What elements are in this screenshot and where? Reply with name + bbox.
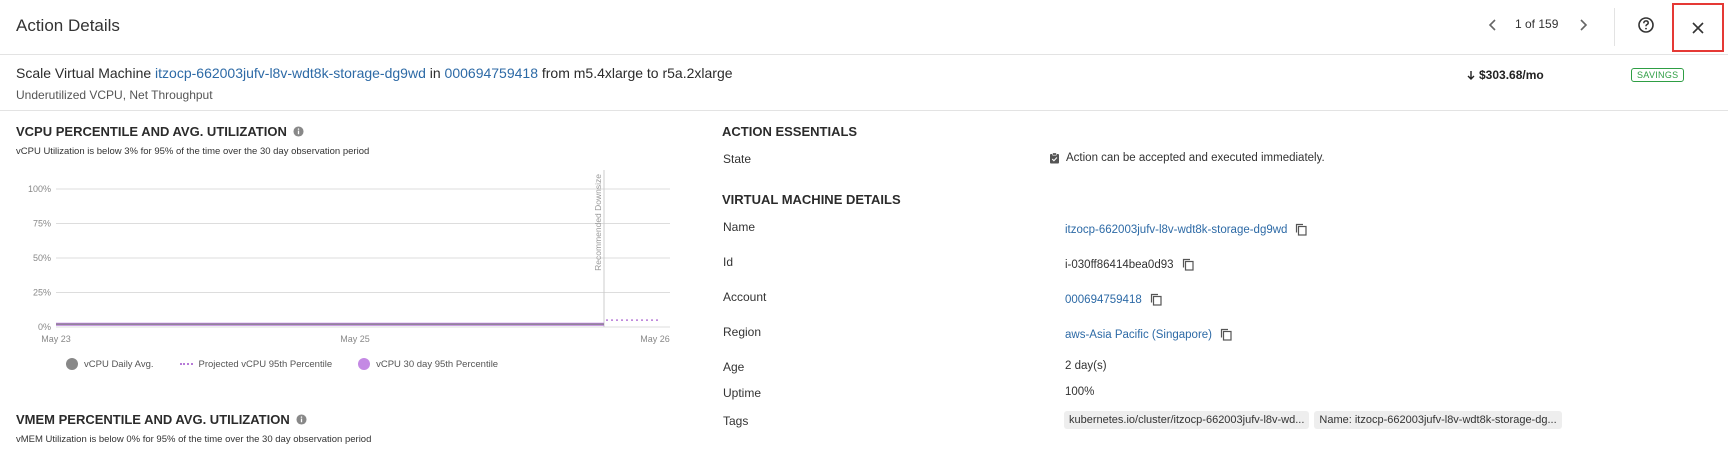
state-label: State	[723, 152, 752, 166]
uptime-label: Uptime	[723, 386, 762, 400]
x-tick-label: May 26	[640, 334, 670, 344]
legend-label-projected: Projected vCPU 95th Percentile	[198, 358, 333, 370]
account-label: Account	[723, 290, 767, 304]
state-value-text: Action can be accepted and executed imme…	[1066, 152, 1325, 164]
legend-swatch-dotted	[179, 363, 193, 365]
close-button[interactable]	[1672, 3, 1724, 52]
action-description: Scale Virtual Machine itzocp-662003jufv-…	[16, 65, 733, 81]
action-essentials-title: ACTION ESSENTIALS	[722, 124, 858, 139]
savings-amount-text: $303.68/mo	[1479, 68, 1544, 82]
y-tick-label: 0%	[38, 322, 51, 332]
vm-age-text: 2 day(s)	[1065, 360, 1107, 372]
copy-icon[interactable]	[1295, 223, 1308, 236]
legend-item-thirty-day[interactable]: vCPU 30 day 95th Percentile	[358, 358, 498, 370]
resize-text: from m5.4xlarge to r5a.2xlarge	[541, 65, 733, 81]
age-label: Age	[723, 360, 745, 374]
tag-chip[interactable]: Name: itzocp-662003jufv-l8v-wdt8k-storag…	[1314, 411, 1562, 429]
pager-counter: 1 of 159	[1515, 17, 1559, 31]
legend-label-daily-avg: vCPU Daily Avg.	[84, 358, 154, 370]
y-tick-label: 25%	[33, 288, 51, 298]
uptime-value: 100%	[1065, 386, 1094, 398]
vm-region-link[interactable]: aws-Asia Pacific (Singapore)	[1065, 329, 1212, 341]
vm-uptime-text: 100%	[1065, 386, 1095, 398]
region-value: aws-Asia Pacific (Singapore)	[1065, 328, 1233, 341]
action-summary: Scale Virtual Machine itzocp-662003jufv-…	[0, 55, 1728, 111]
action-reasons: Underutilized VCPU, Net Throughput	[16, 88, 213, 102]
x-tick-label: May 25	[340, 334, 370, 344]
action-type-text: Scale Virtual Machine	[16, 65, 152, 81]
tags-label: Tags	[723, 414, 749, 428]
vm-name-link[interactable]: itzocp-662003jufv-l8v-wdt8k-storage-dg9w…	[1065, 224, 1287, 236]
chevron-left-icon	[1488, 19, 1496, 31]
info-icon[interactable]	[296, 414, 307, 425]
recommendation-marker-label: Recommended Downsize	[593, 174, 603, 271]
state-value: Action can be accepted and executed imme…	[1049, 152, 1325, 164]
vmem-subtitle: vMEM Utilization is below 0% for 95% of …	[16, 434, 372, 445]
previous-action-button[interactable]	[1483, 15, 1503, 35]
vm-link[interactable]: itzocp-662003jufv-l8v-wdt8k-storage-dg9w…	[155, 65, 426, 81]
x-tick-label: May 23	[41, 334, 71, 344]
legend-label-thirty-day: vCPU 30 day 95th Percentile	[376, 358, 499, 370]
savings-amount: $303.68/mo	[1466, 68, 1544, 82]
y-tick-label: 75%	[33, 219, 51, 229]
arrow-down-icon	[1467, 71, 1475, 80]
vcpu-section-title: VCPU PERCENTILE AND AVG. UTILIZATION	[16, 124, 304, 139]
help-button[interactable]	[1636, 15, 1656, 35]
dialog-header: Action Details 1 of 159	[0, 0, 1728, 55]
page-title: Action Details	[16, 16, 120, 35]
close-icon	[1692, 21, 1704, 34]
vmem-title-text: VMEM PERCENTILE AND AVG. UTILIZATION	[16, 412, 290, 427]
id-label: Id	[723, 255, 734, 269]
y-tick-label: 50%	[33, 253, 51, 263]
y-tick-label: 100%	[28, 184, 51, 194]
copy-icon[interactable]	[1150, 293, 1163, 306]
header-divider	[1614, 8, 1615, 46]
help-icon	[1638, 17, 1654, 33]
vcpu-utilization-chart: 100% 75% 50% 25% 0% May 23 May 25 May 26 Recomme…	[28, 170, 670, 344]
vcpu-subtitle: vCPU Utilization is below 3% for 95% of …	[16, 146, 370, 157]
legend-item-daily-avg[interactable]: vCPU Daily Avg.	[66, 358, 154, 370]
legend-swatch-gray	[66, 358, 78, 370]
name-label: Name	[723, 220, 756, 234]
vm-account-link[interactable]: 000694759418	[1065, 294, 1142, 306]
next-action-button[interactable]	[1573, 15, 1593, 35]
vm-id-text: i-030ff86414bea0d93	[1065, 258, 1174, 271]
legend-swatch-purple	[358, 358, 371, 370]
savings-badge: SAVINGS	[1631, 68, 1685, 82]
chart-legend: vCPU Daily Avg. Projected vCPU 95th Perc…	[66, 358, 498, 370]
account-link[interactable]: 000694759418	[445, 65, 538, 81]
vmem-section-title: VMEM PERCENTILE AND AVG. UTILIZATION	[16, 412, 307, 427]
vcpu-title-text: VCPU PERCENTILE AND AVG. UTILIZATION	[16, 124, 287, 139]
id-value: i-030ff86414bea0d93	[1065, 258, 1195, 271]
clipboard-check-icon	[1050, 152, 1059, 164]
in-text: in	[429, 65, 441, 81]
account-value: 000694759418	[1065, 293, 1163, 306]
region-label: Region	[723, 325, 762, 339]
chevron-right-icon	[1580, 19, 1588, 31]
tag-chip[interactable]: kubernetes.io/cluster/itzocp-662003jufv-…	[1064, 411, 1310, 429]
name-value: itzocp-662003jufv-l8v-wdt8k-storage-dg9w…	[1065, 223, 1308, 236]
tags-list: kubernetes.io/cluster/itzocp-662003jufv-…	[1064, 411, 1562, 429]
legend-item-projected[interactable]: Projected vCPU 95th Percentile	[179, 358, 333, 370]
vm-details-title: VIRTUAL MACHINE DETAILS	[722, 192, 901, 207]
age-value: 2 day(s)	[1065, 360, 1107, 372]
copy-icon[interactable]	[1182, 258, 1195, 271]
copy-icon[interactable]	[1220, 328, 1233, 341]
info-icon[interactable]	[293, 126, 304, 137]
